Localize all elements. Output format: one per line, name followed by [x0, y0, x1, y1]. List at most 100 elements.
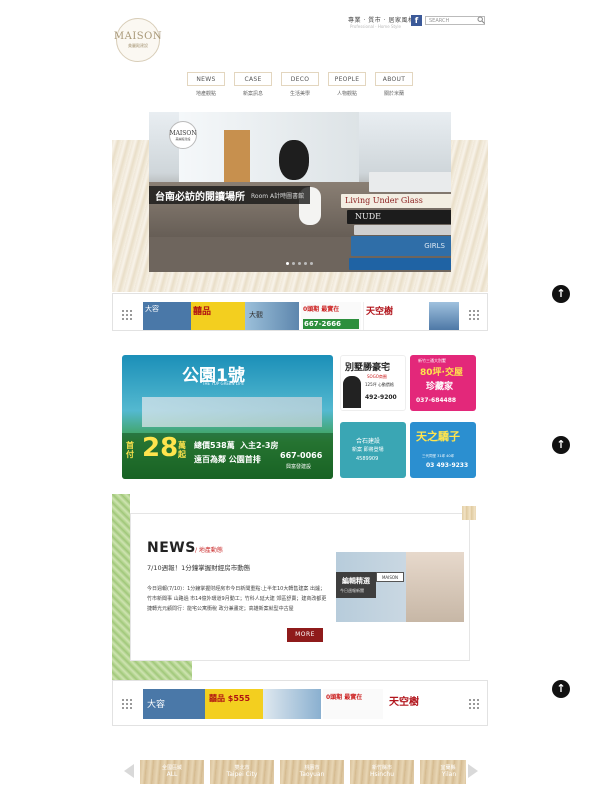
nav-news[interactable]: NEWS	[187, 72, 225, 86]
region-next-arrow-icon[interactable]	[468, 764, 478, 778]
nav-people-sub[interactable]: 人物觀點	[327, 90, 367, 97]
ad-detail: 125坪 心動價格	[365, 382, 394, 387]
hero-book	[349, 258, 451, 270]
hero-window	[179, 112, 359, 182]
news-photo-sublabel: 今日週報新聞	[340, 588, 364, 593]
region-prev-arrow-icon[interactable]	[124, 764, 134, 778]
news-body: 今日週報(7/10)：1分鐘掌握財經房市今日新聞重點:上半年10大轉售建案 出爐…	[147, 586, 327, 612]
small-property-ad[interactable]: 合石建設 新案 即將登場 4589909	[340, 422, 406, 478]
nav-news-sub[interactable]: 地產觀點	[186, 90, 226, 97]
facebook-icon[interactable]: f	[411, 15, 422, 26]
hero-dot[interactable]	[286, 262, 289, 265]
ad-headline: 0頭期 最實在	[303, 306, 340, 313]
region-tab-en: ALL	[166, 771, 178, 778]
ad-banner[interactable]: 大觀	[245, 302, 299, 330]
ad-phone: 667-2666	[303, 319, 359, 329]
region-tab-hsinchu[interactable]: 新竹縣市 Hsinchu	[350, 760, 414, 784]
ad-title: 合石建設	[356, 438, 381, 445]
ad-banner[interactable]: 天空樹	[385, 689, 461, 719]
nav-about-sub[interactable]: 關於米蘭	[374, 90, 414, 97]
region-tab-taipei[interactable]: 雙北市 Taipei City	[210, 760, 274, 784]
logo-title: MAISON	[113, 31, 163, 42]
ad-subtitle: THE TOP GREEN LIFE	[202, 381, 244, 386]
ad-detail: 珍藏家	[426, 382, 454, 392]
ad-portrait-image	[343, 376, 361, 408]
news-photo[interactable]: MAISON 編輯精選 今日週報新聞	[336, 552, 464, 622]
region-tab-yilan[interactable]: 宜蘭縣 Yilan	[420, 760, 466, 784]
ad-title: 別墅勝豪宅	[345, 363, 391, 373]
ad-banner[interactable]: 大容	[143, 302, 191, 330]
ad-phone: 4589909	[356, 456, 379, 462]
ad-banner[interactable]: 囍品 $555	[205, 689, 263, 719]
nav-case[interactable]: CASE	[234, 72, 272, 86]
region-tab-zh: 雙北市	[234, 765, 250, 771]
wood-decoration	[462, 506, 476, 520]
region-tab-zh: 新竹縣市	[371, 765, 392, 771]
hero-caption-title: 台南必訪的閱讀場所	[155, 191, 245, 203]
ad-phone: 037-684488	[416, 397, 457, 404]
region-tab-zh: 宜蘭縣	[440, 765, 456, 771]
ad-detail: 入主2-3房	[240, 441, 279, 450]
nav-deco-sub[interactable]: 生活美學	[280, 90, 320, 97]
ad-banner[interactable]: 0頭期 最實在 667-2666	[301, 302, 361, 330]
ad-banner[interactable]: 大容	[143, 689, 205, 719]
hero-book: Living Under Glass	[341, 194, 451, 208]
grip-handle-icon[interactable]	[122, 699, 132, 709]
ad-phone: 667-0066	[280, 451, 323, 460]
region-tab-taoyuan[interactable]: 桃園市 Taoyuan	[280, 760, 344, 784]
news-photo-person	[406, 552, 464, 622]
hero-caption[interactable]: 台南必訪的閱讀場所 Room A計時圖書館	[149, 186, 311, 204]
region-tab-zh: 桃園市	[304, 765, 320, 771]
small-property-ad[interactable]: 別墅勝豪宅 SOGO商圈 125坪 心動價格 492-9200	[340, 355, 406, 411]
ad-building-image	[142, 397, 322, 427]
region-tab-all[interactable]: 全國區域 ALL	[140, 760, 204, 784]
ad-strip-top: 大容 囍品 大觀 0頭期 最實在 667-2666 天空樹	[112, 293, 488, 331]
hero-book	[369, 172, 451, 192]
news-headline[interactable]: 7/10週報！1分鐘掌握財經房市動態	[147, 562, 250, 572]
hero-dot[interactable]	[292, 262, 295, 265]
grip-handle-icon[interactable]	[469, 699, 479, 709]
featured-property-ad[interactable]: 公園1號 THE TOP GREEN LIFE 首付 28 萬起 總價538萬 …	[122, 355, 333, 479]
back-to-top-button[interactable]: ↑	[552, 436, 570, 454]
logo-subtitle: 美麗殿建設	[128, 43, 148, 48]
ad-banner[interactable]: 0頭期 最實在	[323, 689, 383, 719]
hero-brand-badge: MAISON 美麗殿建設	[169, 121, 197, 149]
region-tab-en: Yilan	[441, 771, 457, 778]
ad-banner[interactable]	[263, 689, 321, 719]
ad-subtitle: 三代同堂 31坪 40坪	[422, 454, 455, 458]
ad-subtitle: SOGO商圈	[367, 374, 387, 379]
ad-price-prefix: 首付	[126, 441, 134, 459]
news-photo-badge: MAISON	[376, 572, 404, 582]
nav-case-sub[interactable]: 新案訊息	[233, 90, 273, 97]
grip-handle-icon[interactable]	[122, 310, 132, 320]
news-section: NEWS / 地產動態 7/10週報！1分鐘掌握財經房市動態 今日週報(7/10…	[130, 513, 470, 661]
nav-deco[interactable]: DECO	[281, 72, 319, 86]
hero-caption-subtitle: Room A計時圖書館	[251, 192, 305, 200]
ad-strip-bottom: 大容 囍品 $555 0頭期 最實在 天空樹	[112, 680, 488, 726]
region-tab-zh: 全國區域	[161, 765, 182, 771]
search-icon[interactable]	[476, 16, 485, 25]
ad-detail: 總價538萬	[194, 441, 235, 450]
site-logo[interactable]: MAISON 美麗殿建設	[113, 18, 163, 62]
ad-banner[interactable]	[429, 302, 459, 330]
hero-badge-title: MAISON	[169, 129, 197, 137]
nav-about[interactable]: ABOUT	[375, 72, 413, 86]
nav-people[interactable]: PEOPLE	[328, 72, 366, 86]
site-subtagline: Professional · Home Style	[350, 24, 401, 29]
ad-subtitle: 新竹三通大別墅	[418, 358, 446, 363]
ad-title: 80坪·交屋	[420, 368, 463, 378]
hero-pagination[interactable]	[286, 262, 313, 265]
ad-banner[interactable]: 天空樹	[363, 302, 425, 330]
grip-handle-icon[interactable]	[469, 310, 479, 320]
hero-dot[interactable]	[298, 262, 301, 265]
hero-badge-sub: 美麗殿建設	[175, 136, 191, 141]
back-to-top-button[interactable]: ↑	[552, 680, 570, 698]
ad-banner[interactable]: 囍品	[191, 302, 245, 330]
news-more-button[interactable]: MORE	[287, 628, 323, 642]
hero-dot[interactable]	[310, 262, 313, 265]
small-property-ad[interactable]: 新竹三通大別墅 80坪·交屋 珍藏家 037-684488	[410, 355, 476, 411]
back-to-top-button[interactable]: ↑	[552, 285, 570, 303]
ad-detail: 遠百為鄰 公園首排	[194, 455, 261, 464]
hero-dot[interactable]	[304, 262, 307, 265]
small-property-ad[interactable]: 天之驕子 三代同堂 31坪 40坪 03 493-9233	[410, 422, 476, 478]
